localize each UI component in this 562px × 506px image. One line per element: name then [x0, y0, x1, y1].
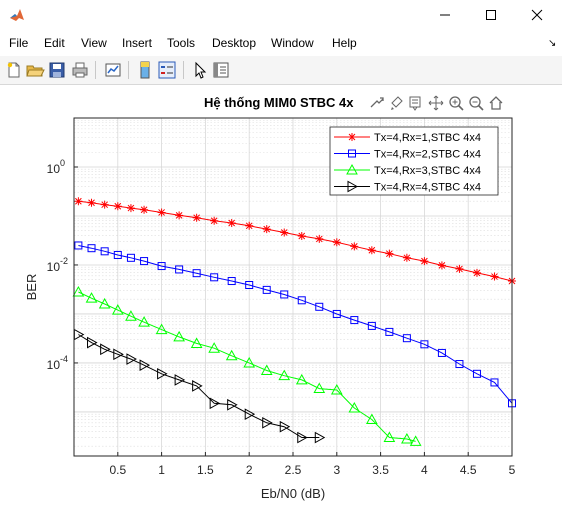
- minimize-icon: [440, 14, 450, 16]
- figure-canvas: [0, 85, 562, 506]
- zoom-out-icon[interactable]: [468, 95, 484, 111]
- toolbar-separator: [128, 61, 129, 79]
- save-icon[interactable]: [47, 60, 67, 80]
- menu-tools[interactable]: Tools: [167, 36, 195, 50]
- window-titlebar: [0, 0, 562, 32]
- print-icon[interactable]: [70, 60, 90, 80]
- insert-legend-icon[interactable]: [157, 60, 177, 80]
- brush-icon[interactable]: [389, 95, 405, 111]
- toolbar-separator: [183, 61, 184, 79]
- property-inspector-icon[interactable]: [211, 60, 231, 80]
- new-figure-icon[interactable]: [4, 60, 24, 80]
- menu-file[interactable]: File: [9, 36, 28, 50]
- menu-bar: File Edit View Insert Tools Desktop Wind…: [0, 32, 562, 56]
- home-icon[interactable]: [488, 95, 504, 111]
- open-file-icon[interactable]: [25, 60, 45, 80]
- link-plot-icon[interactable]: [103, 60, 123, 80]
- close-icon: [531, 9, 543, 21]
- close-button[interactable]: [514, 0, 560, 30]
- datatip-icon[interactable]: [408, 95, 424, 111]
- matlab-icon: [10, 9, 24, 21]
- pointer-icon[interactable]: [190, 60, 210, 80]
- maximize-icon: [486, 10, 496, 20]
- menu-insert[interactable]: Insert: [122, 36, 152, 50]
- toolbar-separator: [95, 61, 96, 79]
- zoom-in-icon[interactable]: [448, 95, 464, 111]
- menu-desktop[interactable]: Desktop: [212, 36, 256, 50]
- export-icon[interactable]: [369, 95, 385, 111]
- pan-icon[interactable]: [428, 95, 444, 111]
- menu-edit[interactable]: Edit: [44, 36, 65, 50]
- menu-dock-arrow-icon[interactable]: ↘: [548, 38, 556, 49]
- menu-window[interactable]: Window: [271, 36, 314, 50]
- maximize-button[interactable]: [468, 0, 514, 30]
- menu-view[interactable]: View: [81, 36, 107, 50]
- menu-help[interactable]: Help: [332, 36, 357, 50]
- minimize-button[interactable]: [422, 0, 468, 30]
- figure-toolbar: [0, 56, 562, 85]
- insert-colorbar-icon[interactable]: [135, 60, 155, 80]
- axes-title: Hệ thống MIM0 STBC 4x: [204, 95, 354, 110]
